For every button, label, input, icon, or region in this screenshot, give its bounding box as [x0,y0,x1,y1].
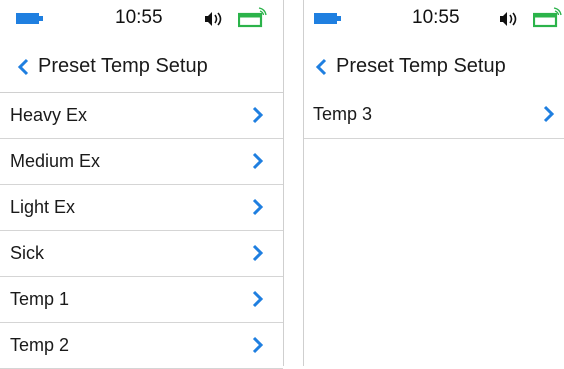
pump-battery-icon [533,7,562,28]
menu-item-light-ex[interactable]: Light Ex [0,185,283,231]
screen-left: 10:55 Preset Temp Setup Heavy Ex Medium … [0,0,284,369]
menu-item-label: Heavy Ex [10,105,88,125]
battery-icon [16,13,44,24]
chevron-left-icon[interactable] [314,58,328,76]
menu-item-label: Sick [10,243,45,263]
screen-right: 10:55 Preset Temp Setup Temp 3 [303,0,564,366]
page-title: Preset Temp Setup [38,55,208,77]
menu-item-label: Temp 2 [10,335,70,355]
menu-list: Temp 3 [304,92,564,139]
chevron-right-icon [252,244,264,262]
chevron-right-icon [252,290,264,308]
status-time: 10:55 [115,7,163,28]
status-bar: 10:55 [0,0,283,40]
status-time: 10:55 [412,7,460,28]
menu-item-medium-ex[interactable]: Medium Ex [0,139,283,185]
menu-item-label: Medium Ex [10,151,101,171]
chevron-right-icon [252,152,264,170]
chevron-right-icon [252,198,264,216]
status-bar: 10:55 [304,0,564,40]
chevron-right-icon [252,336,264,354]
battery-icon [314,13,342,24]
menu-item-heavy-ex[interactable]: Heavy Ex [0,93,283,139]
menu-item-temp-2[interactable]: Temp 2 [0,323,283,369]
menu-item-label: Temp 3 [313,104,373,124]
nav-bar: Preset Temp Setup [304,40,564,92]
page-title: Preset Temp Setup [336,55,506,77]
chevron-right-icon [252,106,264,124]
menu-item-temp-3[interactable]: Temp 3 [304,92,564,139]
sound-icon [205,12,222,26]
chevron-left-icon[interactable] [16,58,30,76]
sound-icon [500,12,517,26]
menu-list: Heavy Ex Medium Ex Light Ex Sick Temp 1 … [0,93,283,369]
menu-item-label: Temp 1 [10,289,70,309]
nav-bar: Preset Temp Setup [0,40,283,93]
menu-item-temp-1[interactable]: Temp 1 [0,277,283,323]
menu-item-label: Light Ex [10,197,76,217]
menu-item-sick[interactable]: Sick [0,231,283,277]
chevron-right-icon [543,105,555,123]
pump-battery-icon [238,7,267,28]
